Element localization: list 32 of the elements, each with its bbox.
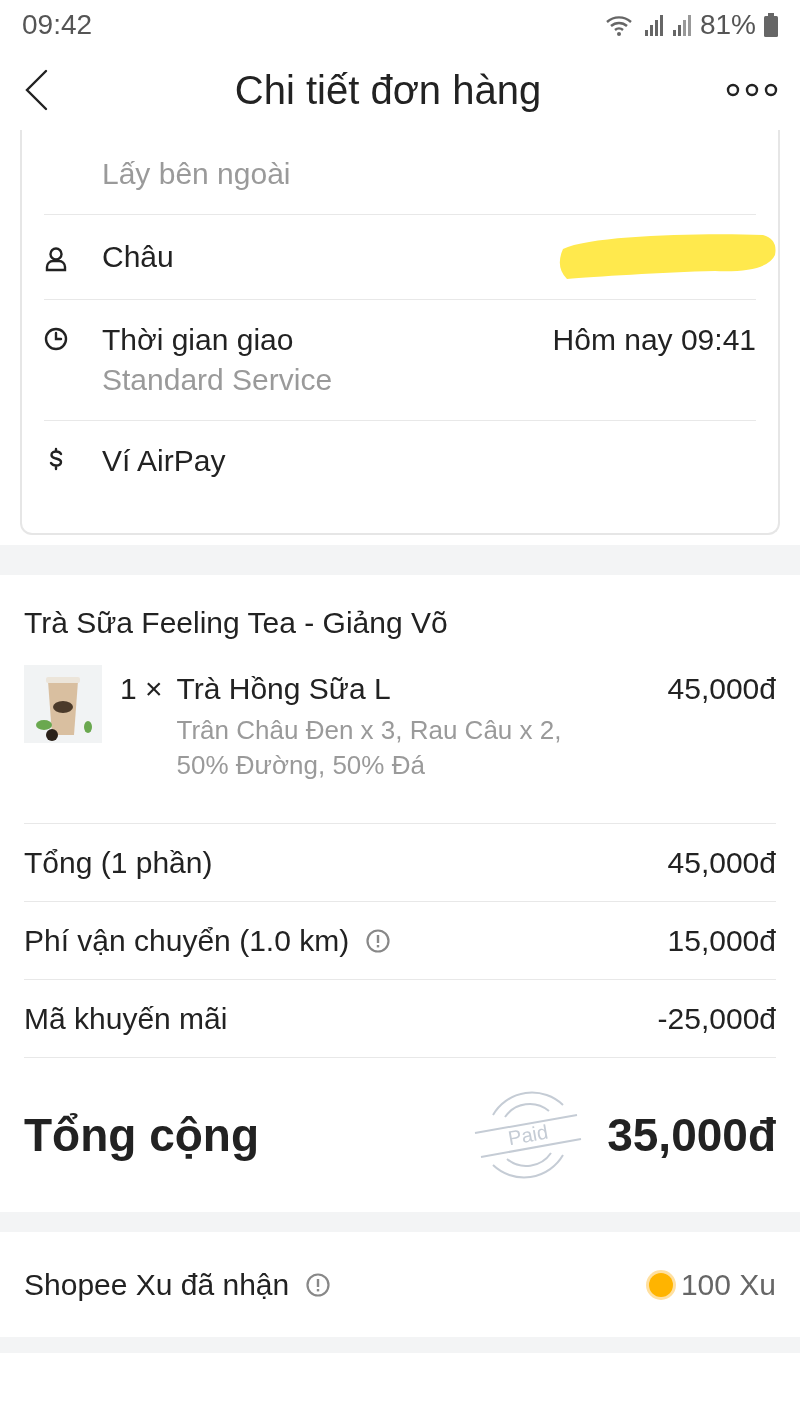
row-label: Ví AirPay (102, 443, 227, 479)
person-icon (44, 246, 68, 272)
summary-value: -25,000đ (657, 1000, 776, 1037)
page-title: Chi tiết đơn hàng (234, 67, 542, 114)
clock-icon (44, 326, 68, 352)
summary-value: 15,000đ (667, 922, 776, 959)
store-name: Trà Sữa Feeling Tea - Giảng Võ (24, 605, 449, 641)
coins-value: 100 Xu (680, 1266, 776, 1303)
item-name: Trà Hồng Sữa L (176, 671, 392, 707)
paid-stamp: Paid (473, 1087, 584, 1184)
total-value: 35,000đ (607, 1107, 776, 1163)
total-label: Tổng cộng (24, 1107, 260, 1163)
row-label: Châu (102, 239, 175, 275)
item-price: 45,000đ (667, 671, 776, 707)
coin-icon (648, 1272, 673, 1297)
summary-value: 45,000đ (667, 844, 776, 881)
coins-label: Shopee Xu đã nhận (24, 1266, 290, 1303)
clock-time: 09:42 (22, 8, 93, 42)
more-icon (726, 83, 778, 97)
summary-label: Tổng (1 phần) (24, 844, 213, 881)
row-subtext: Standard Service (102, 362, 334, 398)
signal-icon (671, 14, 692, 36)
address-note: Lấy bên ngoài (102, 156, 292, 192)
item-quantity: 1 × (120, 671, 163, 707)
item-options: Trân Châu Đen x 3, Rau Câu x 2, 50% Đường, 50% Đá (176, 713, 617, 784)
signal-icon (643, 14, 664, 36)
battery-percent: 81% (699, 8, 756, 42)
row-value: Hôm nay 09:41 (552, 322, 756, 358)
summary-label: Phí vận chuyển (1.0 km) (24, 922, 350, 959)
row-label: Thời gian giao (102, 322, 295, 358)
battery-icon (764, 13, 778, 37)
summary-label: Mã khuyến mãi (24, 1000, 228, 1037)
